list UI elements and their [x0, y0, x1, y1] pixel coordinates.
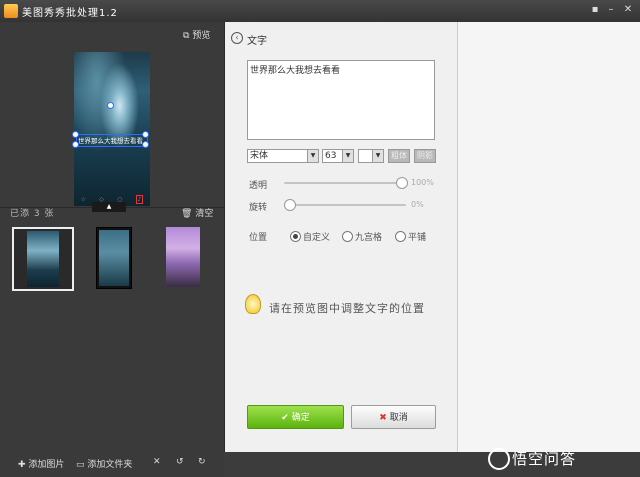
nav-icon: ☆ — [80, 195, 86, 203]
chat-icon[interactable]: ▪ — [588, 3, 602, 17]
opacity-slider[interactable] — [284, 177, 408, 189]
plus-icon: ✚ — [18, 460, 26, 470]
preview-button[interactable]: ⧉ 预览 — [183, 28, 210, 41]
text-input[interactable]: 世界那么大我想去看看 — [247, 60, 435, 140]
add-folder-button[interactable]: ▭ 添加文件夹 — [76, 457, 132, 470]
clear-button[interactable]: 🗑 清空 — [181, 206, 213, 219]
left-panel: ⧉ 预览 世界那么大我想去看看 ☆ ◇ ○ ♪ ▲ 已添 3 张 🗑 清空 ✚ … — [0, 22, 224, 477]
size-select[interactable]: 63 ▼ — [322, 149, 354, 163]
collapse-button[interactable]: ▲ — [92, 202, 126, 212]
thumbnail-image — [99, 230, 129, 286]
rotate-label: 旋转 — [249, 203, 268, 213]
font-select[interactable]: 宋体 ▼ — [247, 149, 319, 163]
clear-label: 清空 — [195, 209, 214, 219]
rotate-left-icon[interactable]: ↺ — [176, 457, 184, 467]
text-panel: ‹ 文字 世界那么大我想去看看 宋体 ▼ 63 ▼ ▼ 粗体 阴影 透明 100… — [224, 22, 458, 452]
status-strip — [224, 452, 640, 477]
rotate-right-icon[interactable]: ↻ — [198, 457, 206, 467]
thumbnail-image — [27, 231, 59, 287]
watermark-logo — [488, 448, 510, 470]
bold-button[interactable]: 粗体 — [388, 149, 410, 163]
opacity-value: 100% — [411, 178, 434, 187]
radio-dot-icon — [342, 231, 353, 242]
tip-text: 请在预览图中调整文字的位置 — [269, 302, 425, 315]
radio-label: 自定义 — [303, 233, 331, 243]
position-label: 位置 — [249, 233, 268, 243]
color-select[interactable]: ▼ — [358, 149, 384, 163]
rotate-value: 0% — [411, 200, 424, 209]
minimize-icon[interactable]: – — [604, 3, 618, 17]
opacity-knob[interactable] — [396, 177, 408, 189]
added-count: 已添 3 张 — [10, 209, 55, 219]
panel-title: 文字 — [247, 36, 267, 47]
thumbnail[interactable] — [166, 227, 200, 287]
rotate-slider[interactable] — [284, 199, 406, 211]
app-icon — [4, 4, 18, 18]
right-empty-area — [457, 22, 640, 452]
preview-icon: ⧉ — [183, 31, 190, 41]
radio-custom[interactable]: 自定义 — [290, 230, 330, 243]
preview-image[interactable] — [74, 52, 150, 206]
bottom-toolbar: ✚ 添加图片 ▭ 添加文件夹 ✕ ↺ ↻ — [0, 452, 224, 477]
opacity-label: 透明 — [249, 181, 268, 191]
radio-dot-icon — [395, 231, 406, 242]
check-icon: ✔ — [281, 413, 289, 423]
chevron-down-icon: ▼ — [372, 150, 383, 162]
cancel-button[interactable]: ✖ 取消 — [351, 405, 436, 429]
delete-icon[interactable]: ✕ — [153, 457, 161, 467]
surf-photo — [74, 52, 150, 206]
radio-dot-icon — [290, 231, 301, 242]
trash-icon: 🗑 — [181, 209, 193, 219]
size-value: 63 — [325, 151, 337, 161]
thumbnail[interactable] — [96, 227, 132, 289]
resize-handle-tl[interactable] — [72, 131, 79, 138]
nav-icon: ♪ — [135, 194, 144, 204]
resize-handle-tr[interactable] — [142, 131, 149, 138]
title-bar: 美图秀秀批处理1.2 ▪ – ✕ — [0, 0, 640, 23]
shadow-button[interactable]: 阴影 — [414, 149, 436, 163]
radio-grid[interactable]: 九宫格 — [342, 230, 382, 243]
ok-button[interactable]: ✔ 确定 — [247, 405, 344, 429]
window-title: 美图秀秀批处理1.2 — [22, 8, 118, 19]
add-folder-label: 添加文件夹 — [87, 460, 133, 470]
rotate-handle[interactable] — [107, 102, 114, 109]
rotate-knob[interactable] — [284, 199, 296, 211]
thumbnail[interactable] — [12, 227, 74, 291]
radio-label: 九宫格 — [355, 233, 383, 243]
preview-label: 预览 — [192, 31, 211, 41]
chevron-down-icon: ▼ — [342, 150, 353, 162]
close-icon[interactable]: ✕ — [621, 3, 635, 17]
cancel-label: 取消 — [389, 413, 408, 423]
add-image-label: 添加图片 — [28, 460, 65, 470]
back-icon[interactable]: ‹ — [231, 32, 243, 44]
radio-tile[interactable]: 平铺 — [395, 230, 426, 243]
ok-label: 确定 — [291, 413, 310, 423]
overlay-text: 世界那么大我想去看看 — [78, 137, 143, 145]
font-value: 宋体 — [250, 151, 269, 161]
folder-icon: ▭ — [76, 460, 85, 470]
resize-handle-br[interactable] — [142, 141, 149, 148]
chevron-down-icon: ▼ — [307, 150, 318, 162]
resize-handle-bl[interactable] — [72, 141, 79, 148]
lightbulb-icon — [245, 294, 261, 314]
watermark-text: 悟空问答 — [512, 450, 577, 468]
radio-label: 平铺 — [408, 233, 427, 243]
add-image-button[interactable]: ✚ 添加图片 — [18, 457, 64, 470]
x-icon: ✖ — [379, 413, 387, 423]
